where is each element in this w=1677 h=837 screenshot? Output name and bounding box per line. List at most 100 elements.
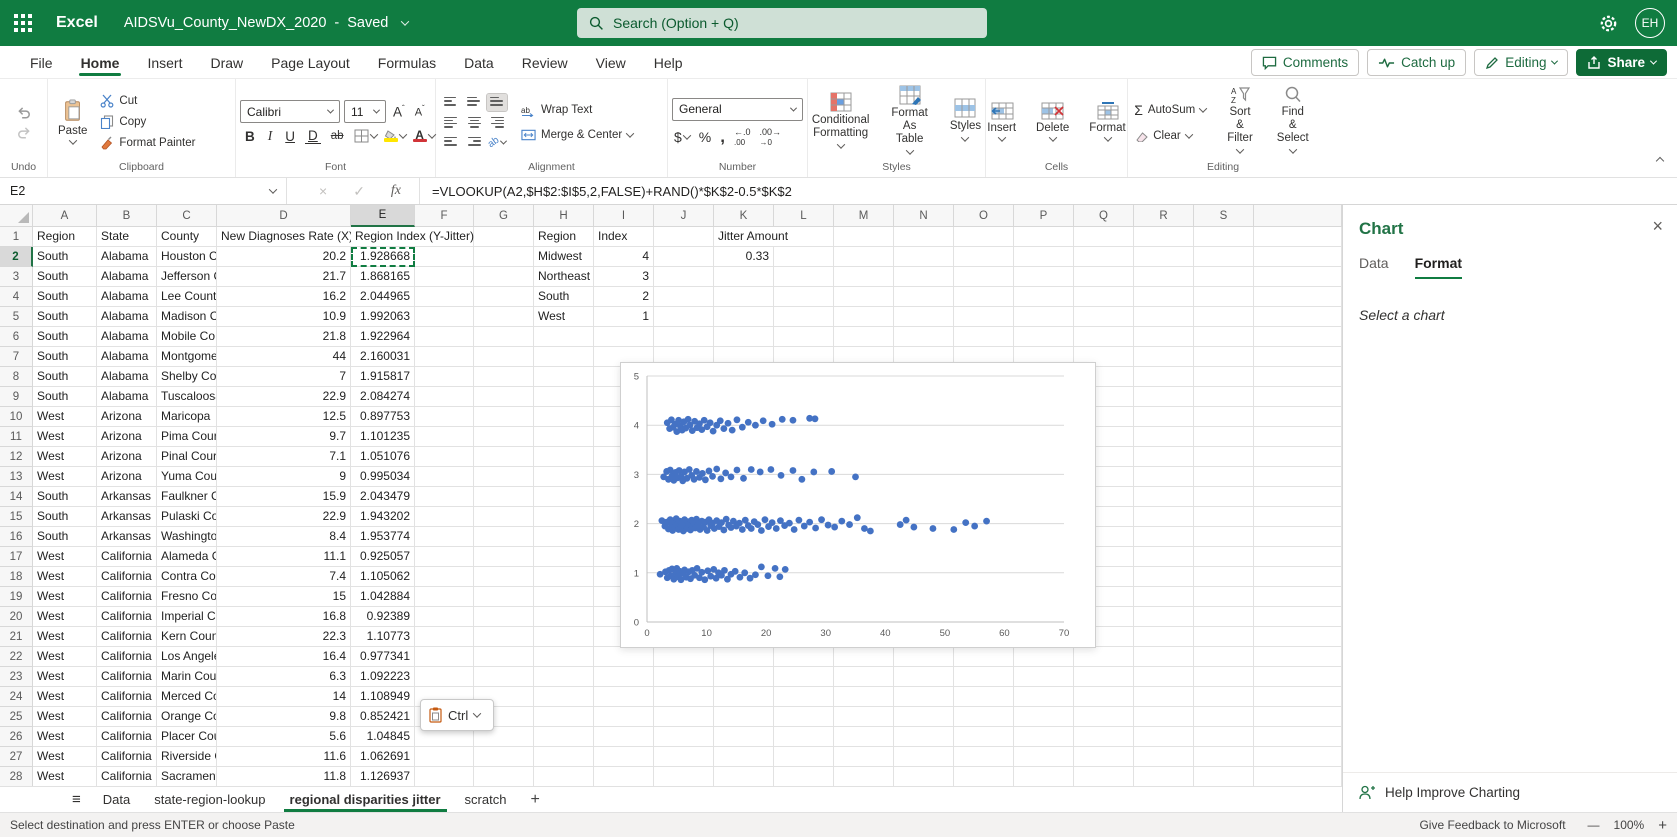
row-header-8[interactable]: 8 — [0, 367, 33, 387]
cell-G27[interactable] — [474, 747, 534, 767]
cell-D19[interactable]: 15 — [217, 587, 351, 607]
cell-D23[interactable]: 6.3 — [217, 667, 351, 687]
cell-R5[interactable] — [1134, 307, 1194, 327]
row-header-23[interactable]: 23 — [0, 667, 33, 687]
cell-O5[interactable] — [954, 307, 1014, 327]
cell-A11[interactable]: West — [33, 427, 97, 447]
cell-E17[interactable]: 0.925057 — [351, 547, 415, 567]
row-header-24[interactable]: 24 — [0, 687, 33, 707]
increase-indent-icon[interactable] — [464, 134, 484, 151]
cell-E19[interactable]: 1.042884 — [351, 587, 415, 607]
cell-H4[interactable]: South — [534, 287, 594, 307]
cell-Q2[interactable] — [1074, 247, 1134, 267]
cell-D5[interactable]: 10.9 — [217, 307, 351, 327]
cell-J27[interactable] — [654, 747, 714, 767]
cell-R21[interactable] — [1134, 627, 1194, 647]
cell-E6[interactable]: 1.922964 — [351, 327, 415, 347]
column-header-K[interactable]: K — [714, 205, 774, 227]
bold-button[interactable]: B — [242, 129, 258, 144]
cell-A7[interactable]: South — [33, 347, 97, 367]
cell-H6[interactable] — [534, 327, 594, 347]
cell-K28[interactable] — [714, 767, 774, 786]
cell-H12[interactable] — [534, 447, 594, 467]
cell-G21[interactable] — [474, 627, 534, 647]
cell-O3[interactable] — [954, 267, 1014, 287]
cell-I5[interactable]: 1 — [594, 307, 654, 327]
cell-I27[interactable] — [594, 747, 654, 767]
column-header-C[interactable]: C — [157, 205, 217, 227]
cell-D28[interactable]: 11.8 — [217, 767, 351, 786]
cell-R25[interactable] — [1134, 707, 1194, 727]
column-header-S[interactable]: S — [1194, 205, 1254, 227]
cell-R1[interactable] — [1134, 227, 1194, 247]
decrease-indent-icon[interactable] — [441, 134, 461, 151]
cell-H24[interactable] — [534, 687, 594, 707]
column-header-F[interactable]: F — [415, 205, 474, 227]
name-box-chevron-icon[interactable] — [268, 185, 278, 194]
cell-N1[interactable] — [894, 227, 954, 247]
cell-P4[interactable] — [1014, 287, 1074, 307]
cell-C1[interactable]: County — [157, 227, 217, 247]
cell-H26[interactable] — [534, 727, 594, 747]
cell-S5[interactable] — [1194, 307, 1254, 327]
increase-font-size-button[interactable]: Aˆ — [390, 104, 408, 120]
cell-G2[interactable] — [474, 247, 534, 267]
cell-L25[interactable] — [774, 707, 834, 727]
row-header-22[interactable]: 22 — [0, 647, 33, 667]
cell-P3[interactable] — [1014, 267, 1074, 287]
cell-E9[interactable]: 2.084274 — [351, 387, 415, 407]
cell-S19[interactable] — [1194, 587, 1254, 607]
cell-S23[interactable] — [1194, 667, 1254, 687]
cell-F12[interactable] — [415, 447, 474, 467]
cell-S16[interactable] — [1194, 527, 1254, 547]
cell-D21[interactable]: 22.3 — [217, 627, 351, 647]
cell-H17[interactable] — [534, 547, 594, 567]
align-top-icon[interactable] — [441, 94, 461, 111]
cell-B28[interactable]: California — [97, 767, 157, 786]
cell-K22[interactable] — [714, 647, 774, 667]
cell-C3[interactable]: Jefferson C — [157, 267, 217, 287]
cell-A13[interactable]: West — [33, 467, 97, 487]
ribbon-tab-data[interactable]: Data — [450, 48, 508, 76]
cell-B25[interactable]: California — [97, 707, 157, 727]
cell-D7[interactable]: 44 — [217, 347, 351, 367]
wrap-text-button[interactable]: ab Wrap Text — [518, 102, 595, 119]
row-header-3[interactable]: 3 — [0, 267, 33, 287]
cell-H20[interactable] — [534, 607, 594, 627]
app-name[interactable]: Excel — [56, 14, 98, 32]
cell-R19[interactable] — [1134, 587, 1194, 607]
pane-tab-format[interactable]: Format — [1414, 255, 1463, 279]
cell-C14[interactable]: Faulkner C — [157, 487, 217, 507]
cell-M27[interactable] — [834, 747, 894, 767]
borders-button[interactable] — [354, 129, 378, 143]
cell-D3[interactable]: 21.7 — [217, 267, 351, 287]
cell-K5[interactable] — [714, 307, 774, 327]
cell-R27[interactable] — [1134, 747, 1194, 767]
format-as-table-button[interactable]: Format As Table — [885, 84, 933, 160]
cell-P24[interactable] — [1014, 687, 1074, 707]
cell-F3[interactable] — [415, 267, 474, 287]
cell-E24[interactable]: 1.108949 — [351, 687, 415, 707]
cell-J2[interactable] — [654, 247, 714, 267]
cell-F16[interactable] — [415, 527, 474, 547]
cell-B26[interactable]: California — [97, 727, 157, 747]
column-header-H[interactable]: H — [534, 205, 594, 227]
cell-S26[interactable] — [1194, 727, 1254, 747]
cell-R20[interactable] — [1134, 607, 1194, 627]
cell-M28[interactable] — [834, 767, 894, 786]
cell-K2[interactable]: 0.33 — [714, 247, 774, 267]
cell-D9[interactable]: 22.9 — [217, 387, 351, 407]
cell-G5[interactable] — [474, 307, 534, 327]
cell-C6[interactable]: Mobile Co — [157, 327, 217, 347]
cell-L26[interactable] — [774, 727, 834, 747]
cell-E27[interactable]: 1.062691 — [351, 747, 415, 767]
cell-S3[interactable] — [1194, 267, 1254, 287]
pane-tab-data[interactable]: Data — [1359, 255, 1389, 279]
cell-R16[interactable] — [1134, 527, 1194, 547]
cell-F6[interactable] — [415, 327, 474, 347]
format-cells-button[interactable]: Format — [1083, 101, 1131, 143]
cell-B5[interactable]: Alabama — [97, 307, 157, 327]
cell-E23[interactable]: 1.092223 — [351, 667, 415, 687]
cell-I23[interactable] — [594, 667, 654, 687]
embedded-scatter-chart[interactable]: 0 1 2 3 4 5 0 10 20 30 40 50 60 70 — [620, 362, 1096, 648]
